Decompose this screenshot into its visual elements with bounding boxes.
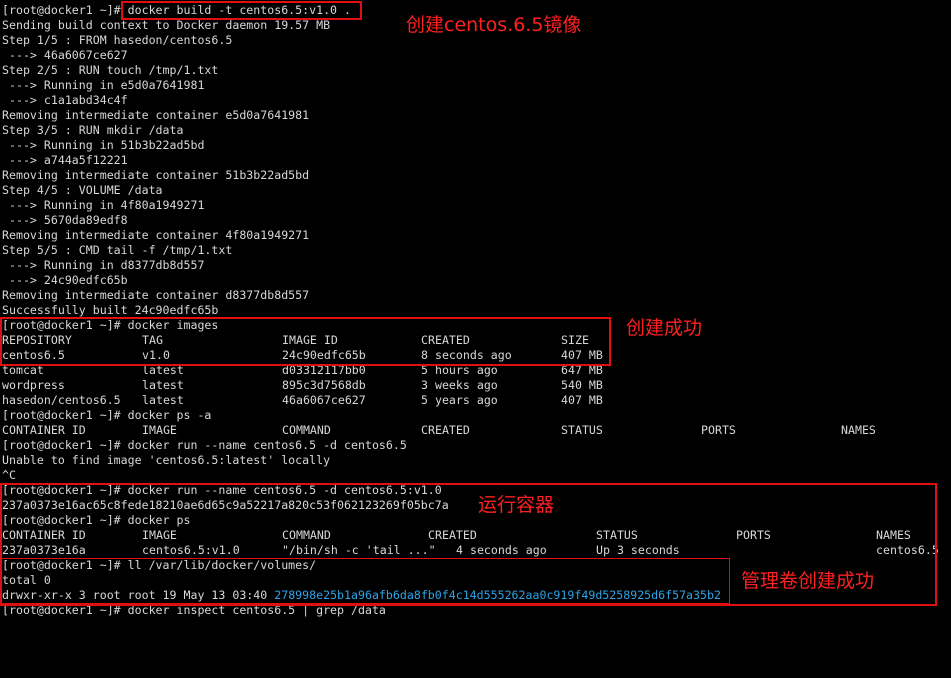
column-header-created: CREATED (421, 423, 470, 437)
ps-a-command-line: [root@docker1 ~]# docker ps -a (2, 408, 212, 422)
output-line: ---> Running in 4f80a1949271 (2, 198, 205, 212)
output-line: ---> 5670da89edf8 (2, 213, 128, 227)
output-line: Step 5/5 : CMD tail -f /tmp/1.txt (2, 243, 233, 257)
run-command-line: [root@docker1 ~]# docker run --name cent… (2, 438, 407, 452)
ps-a-table-header: CONTAINER ID IMAGE COMMAND CREATED STATU… (2, 423, 876, 438)
output-line: Step 2/5 : RUN touch /tmp/1.txt (2, 63, 219, 77)
column-header-container-id: CONTAINER ID (2, 423, 86, 437)
cell-created: 3 weeks ago (421, 378, 498, 392)
volume-annotation: 管理卷创建成功 (741, 570, 875, 592)
column-header-command: COMMAND (282, 423, 331, 437)
column-header-status: STATUS (561, 423, 603, 437)
cell-size: 540 MB (561, 378, 603, 392)
output-line: Removing intermediate container 4f80a194… (2, 228, 310, 242)
build-command-highlight-box (121, 1, 362, 20)
output-line: Removing intermediate container d8377db8… (2, 288, 310, 302)
images-annotation: 创建成功 (626, 317, 703, 339)
output-line: Sending build context to Docker daemon 1… (2, 18, 331, 32)
output-line: ---> Running in d8377db8d557 (2, 258, 205, 272)
output-line: ---> Running in 51b3b22ad5bd (2, 138, 205, 152)
error-line: Unable to find image 'centos6.5:latest' … (2, 453, 331, 467)
output-line: ---> c1a1abd34c4f (2, 93, 128, 107)
table-row: wordpress latest 895c3d7568db 3 weeks ag… (2, 378, 603, 393)
table-row: hasedon/centos6.5 latest 46a6067ce627 5 … (2, 393, 603, 408)
column-header-image: IMAGE (142, 423, 177, 437)
output-line: ---> 24c90edfc65b (2, 273, 128, 287)
output-line: Removing intermediate container 51b3b22a… (2, 168, 310, 182)
output-line: Removing intermediate container e5d0a764… (2, 108, 310, 122)
output-line: Step 1/5 : FROM hasedon/centos6.5 (2, 33, 233, 47)
output-line: ---> a744a5f12221 (2, 153, 128, 167)
volume-highlight-box (0, 558, 730, 604)
cell-image-id: 895c3d7568db (282, 378, 366, 392)
output-line: ---> 46a6067ce627 (2, 48, 128, 62)
cell-image-id: 46a6067ce627 (282, 393, 366, 407)
cell-repository: wordpress (2, 378, 65, 392)
cell-size: 407 MB (561, 393, 603, 407)
output-line: ---> Running in e5d0a7641981 (2, 78, 205, 92)
run-annotation: 运行容器 (478, 494, 555, 516)
output-line: Step 3/5 : RUN mkdir /data (2, 123, 184, 137)
output-line: Successfully built 24c90edfc65b (2, 303, 219, 317)
terminal-window[interactable]: [root@docker1 ~]# docker build -t centos… (0, 0, 951, 617)
column-header-ports: PORTS (701, 423, 736, 437)
images-highlight-box (0, 317, 611, 366)
cell-repository: hasedon/centos6.5 (2, 393, 121, 407)
cell-created: 5 years ago (421, 393, 498, 407)
cell-tag: latest (142, 393, 184, 407)
build-annotation: 创建centos.6.5镜像 (406, 14, 582, 36)
column-header-names: NAMES (841, 423, 876, 437)
interrupt-line: ^C (2, 468, 16, 482)
cell-tag: latest (142, 378, 184, 392)
output-line: Step 4/5 : VOLUME /data (2, 183, 163, 197)
